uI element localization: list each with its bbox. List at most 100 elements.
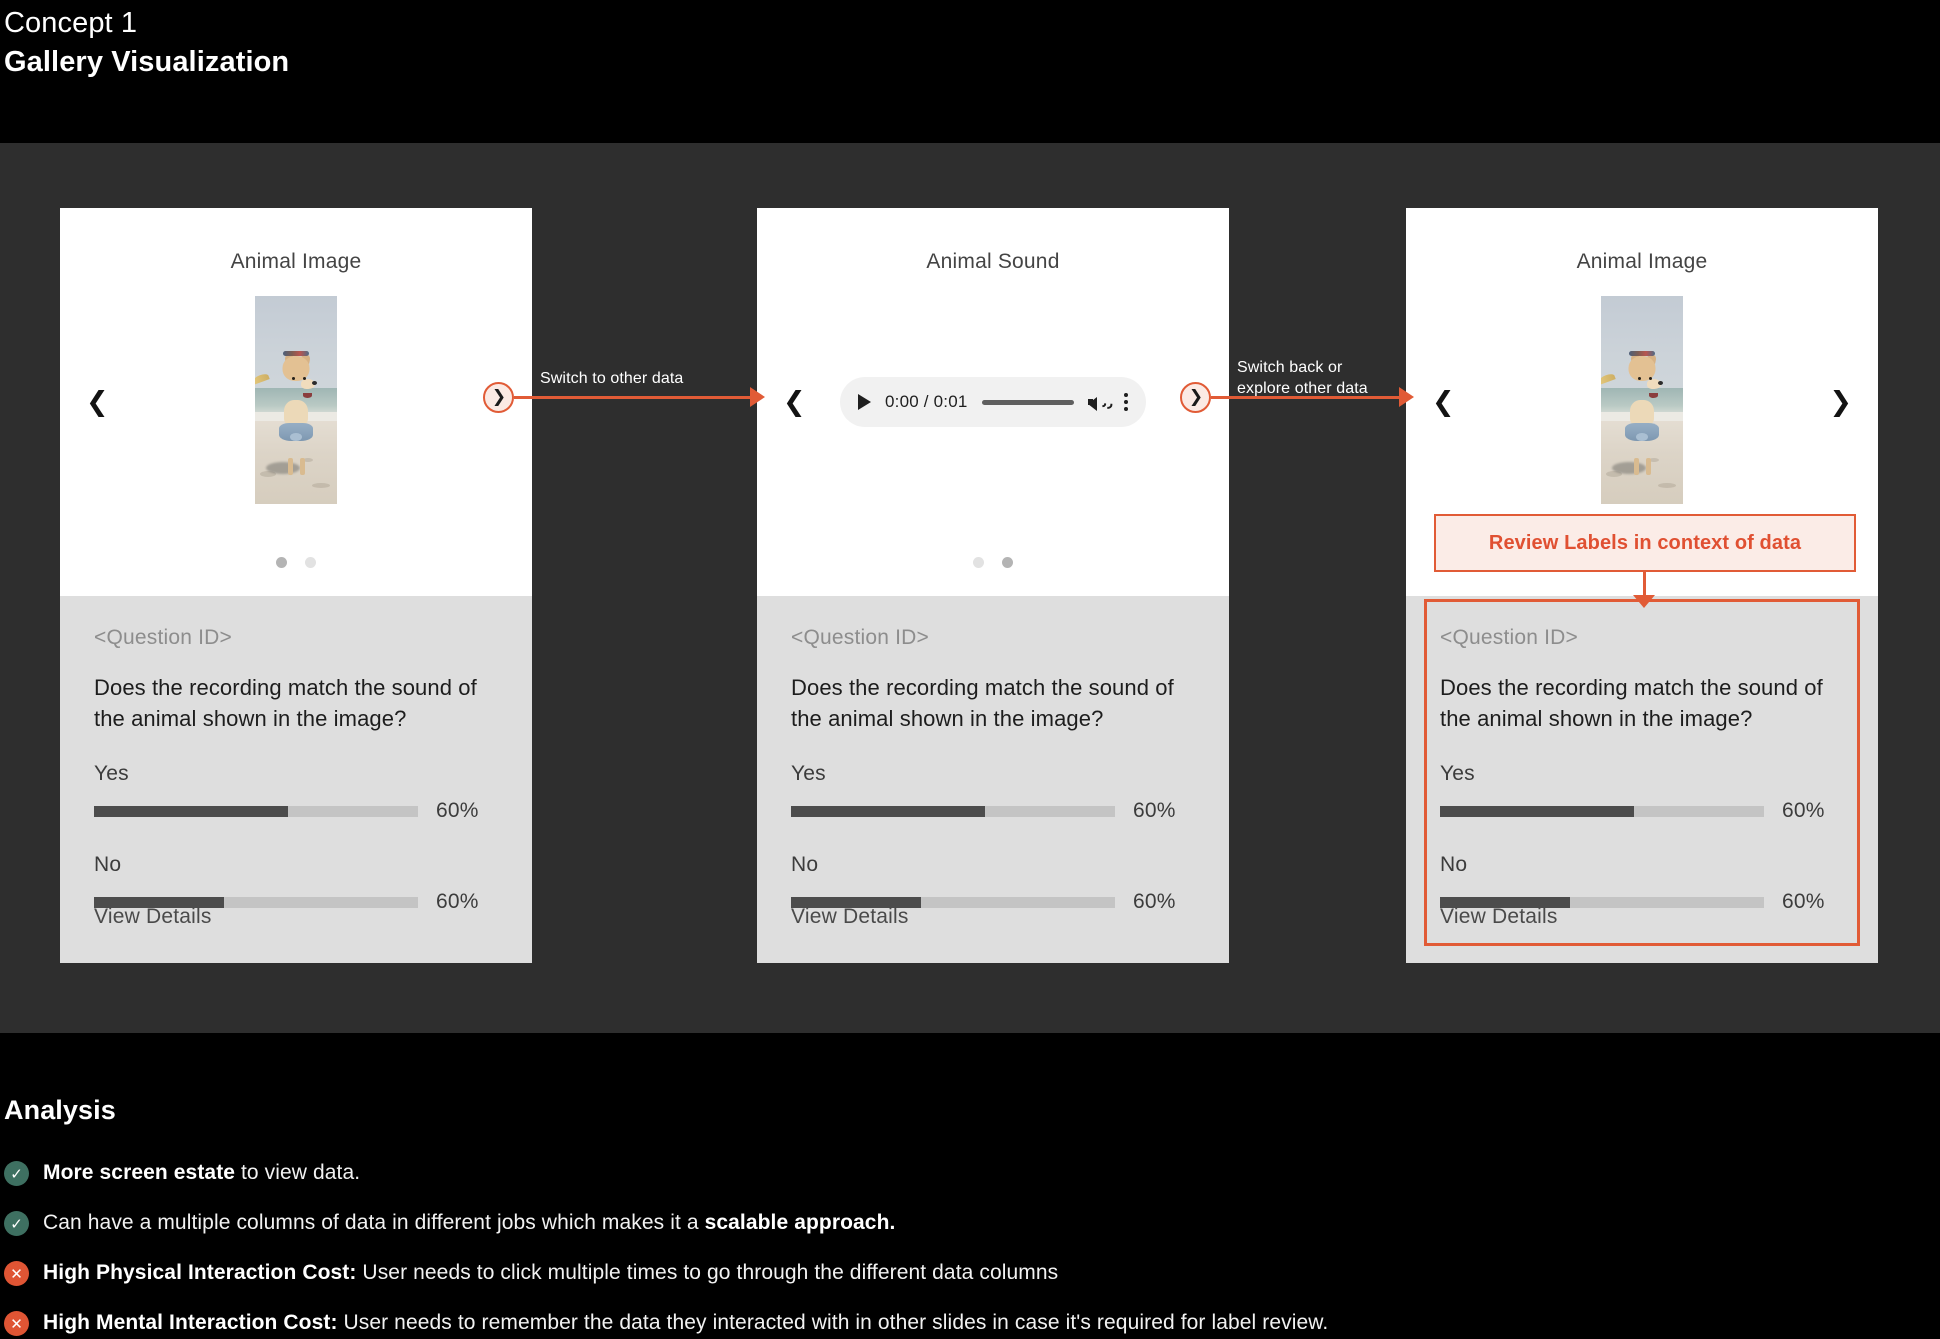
analysis-bold: High Physical Interaction Cost: (43, 1261, 357, 1284)
check-circle-icon: ✓ (4, 1161, 29, 1186)
answer-percent-no: 60% (1133, 890, 1176, 914)
analysis-title: Analysis (4, 1095, 116, 1125)
concept-eyebrow: Concept 1 (4, 7, 138, 39)
play-icon[interactable] (858, 394, 871, 410)
answer-row-yes: 60% (791, 799, 1195, 823)
answer-label-yes: Yes (1440, 762, 1475, 786)
next-item-chevron-right-icon[interactable]: ❯ (1829, 389, 1852, 416)
flow-arrow-head-icon (750, 387, 765, 407)
dog-leg (300, 458, 306, 476)
answer-label-no: No (791, 853, 819, 877)
chevron-right-icon: ❯ (1188, 387, 1204, 407)
answer-bar-yes (791, 805, 1115, 817)
analysis-bold: scalable approach. (704, 1211, 896, 1234)
carousel-dot-2[interactable] (1002, 557, 1013, 568)
answer-bar-yes (94, 805, 418, 817)
media-title: Animal Sound (926, 250, 1060, 273)
answer-label-no: No (1440, 853, 1468, 877)
prev-item-chevron-left-icon[interactable]: ❮ (1432, 389, 1455, 416)
volume-icon[interactable] (1088, 392, 1116, 412)
question-text: Does the recording match the sound of th… (791, 675, 1174, 732)
card-media-image: Animal Image ❮ (60, 208, 532, 596)
analysis-rest: User needs to click multiple times to go… (356, 1261, 1059, 1284)
answer-bar-fill (791, 805, 986, 817)
chevron-right-icon: ❯ (491, 387, 507, 407)
callout-arrowhead-icon (1633, 595, 1655, 608)
question-text: Does the recording match the sound of th… (94, 675, 477, 732)
answer-label-no: No (94, 853, 122, 877)
answer-percent-yes: 60% (1782, 799, 1825, 823)
media-title: Animal Image (230, 250, 362, 273)
flow-badge-next-chevron-right-icon[interactable]: ❯ (483, 382, 514, 413)
flow-annotation-2: Switch back or explore other data ❯ (1180, 359, 1420, 428)
gallery-card-image-reviewed[interactable]: Animal Image ❮ ❯ <Question ID> Does the … (1406, 208, 1878, 963)
analysis-item-text: High Mental Interaction Cost: User needs… (43, 1309, 1328, 1336)
dog-mouth (303, 392, 313, 398)
answer-percent-yes: 60% (436, 799, 479, 823)
flow-annotation-1: Switch to other data ❯ (483, 368, 771, 428)
dog-mouth (1649, 392, 1659, 398)
gallery-card-image[interactable]: Animal Image ❮ <Question ID> Does the re… (60, 208, 532, 963)
analysis-item: ✓ More screen estate to view data. (4, 1159, 1940, 1189)
answer-label-yes: Yes (94, 762, 129, 786)
analysis-item: ✕ High Mental Interaction Cost: User nee… (4, 1309, 1940, 1339)
analysis-item: ✕ High Physical Interaction Cost: User n… (4, 1259, 1940, 1289)
menu-dot (1124, 393, 1128, 397)
volume-wave (1095, 392, 1116, 412)
flow-arrow-line (1211, 396, 1401, 399)
carousel-dots[interactable] (973, 557, 1013, 568)
answer-percent-no: 60% (1782, 890, 1825, 914)
media-title: Animal Image (1576, 250, 1708, 273)
question-panel: <Question ID> Does the recording match t… (757, 596, 1229, 963)
analysis-item-text: Can have a multiple columns of data in d… (43, 1209, 895, 1236)
dog-eye (302, 377, 306, 381)
animal-image-thumbnail[interactable] (1601, 296, 1683, 504)
carousel-dot-1[interactable] (973, 557, 984, 568)
audio-player[interactable]: 0:00 / 0:01 (840, 377, 1146, 427)
card-media-audio: Animal Sound 0:00 / 0:01 ❮ (757, 208, 1229, 596)
dog-shirt-knot (290, 433, 302, 442)
analysis-rest: to view data. (235, 1161, 361, 1184)
dog-hat (283, 351, 309, 357)
flow-arrow-head-icon (1399, 387, 1414, 407)
answer-label-yes: Yes (791, 762, 826, 786)
answer-bar-fill (1440, 805, 1635, 817)
audio-progress-track[interactable] (981, 399, 1074, 405)
x-circle-icon: ✕ (4, 1311, 29, 1336)
view-details-link[interactable]: View Details (791, 905, 909, 929)
flow-arrow-line (514, 396, 752, 399)
question-id: <Question ID> (791, 626, 930, 649)
slide-title: Gallery Visualization (4, 46, 290, 79)
answer-row-yes: 60% (94, 799, 498, 823)
gallery-card-sound[interactable]: Animal Sound 0:00 / 0:01 ❮ <Question ID> (757, 208, 1229, 963)
view-details-link[interactable]: View Details (1440, 905, 1558, 929)
answer-row-yes: 60% (1440, 799, 1844, 823)
answer-bar-yes (1440, 805, 1764, 817)
dog-nose (311, 381, 317, 386)
prev-item-chevron-left-icon[interactable]: ❮ (86, 389, 109, 416)
analysis-pre: Can have a multiple columns of data in d… (43, 1211, 705, 1234)
carousel-dot-1[interactable] (276, 557, 287, 568)
analysis-item: ✓ Can have a multiple columns of data in… (4, 1209, 1940, 1239)
animal-image-thumbnail[interactable] (255, 296, 337, 504)
dog-leg (1633, 458, 1639, 476)
analysis-section: Analysis ✓ More screen estate to view da… (0, 1033, 1940, 1336)
more-vertical-icon[interactable] (1124, 393, 1128, 411)
flow-label: Switch back or explore other data (1237, 358, 1368, 398)
question-id: <Question ID> (1440, 626, 1579, 649)
dog-eye (1637, 377, 1641, 381)
carousel-dot-2[interactable] (305, 557, 316, 568)
answer-percent-yes: 60% (1133, 799, 1176, 823)
menu-dot (1124, 400, 1128, 404)
flow-badge-next-chevron-right-icon[interactable]: ❯ (1180, 382, 1211, 413)
review-callout: Review Labels in context of data (1434, 514, 1856, 572)
dog-shirt-knot (1636, 433, 1648, 442)
view-details-link[interactable]: View Details (94, 905, 212, 929)
dog-nose (1657, 381, 1663, 386)
prev-item-chevron-left-icon[interactable]: ❮ (783, 389, 806, 416)
check-circle-icon: ✓ (4, 1211, 29, 1236)
dog-leg (1646, 458, 1652, 476)
carousel-dots[interactable] (276, 557, 316, 568)
dog-leg (287, 458, 293, 476)
question-id: <Question ID> (94, 626, 233, 649)
